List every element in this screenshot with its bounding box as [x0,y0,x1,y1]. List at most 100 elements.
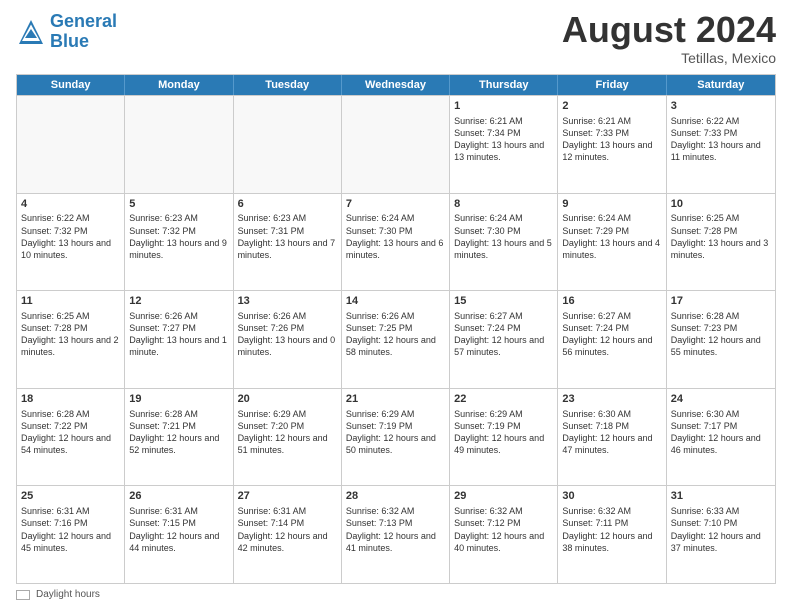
day-cell-16: 16 Sunrise: 6:27 AMSunset: 7:24 PMDayligh… [558,291,666,388]
day-cell-30: 30Sunrise: 6:32 AMSunset: 7:11 PMDayligh… [558,486,666,583]
day-cell-29: 29 Sunrise: 6:32 AMSunset: 7:12 PMDayligh… [450,486,558,583]
sun-info: Sunrise: 6:27 AMSunset: 7:24 PMDaylight:… [562,311,652,357]
page: General Blue August 2024 Tetillas, Mexic… [0,0,792,612]
calendar-header-tuesday: Tuesday [234,75,342,95]
day-cell-7: 7Sunrise: 6:24 AMSunset: 7:30 PMDaylight… [342,194,450,291]
day-cell-26: 26 Sunrise: 6:31 AMSunset: 7:15 PMDayligh… [125,486,233,583]
header: General Blue August 2024 Tetillas, Mexic… [16,12,776,66]
legend: Daylight hours [16,589,776,600]
calendar-header-friday: Friday [558,75,666,95]
calendar-header-sunday: Sunday [17,75,125,95]
day-cell-8: 8Sunrise: 6:24 AMSunset: 7:30 PMDaylight… [450,194,558,291]
day-number: 24 [671,392,771,407]
legend-label: Daylight hours [36,589,100,600]
sun-info: Sunrise: 6:26 AMSunset: 7:27 PMDaylight:… [129,311,227,357]
day-number: 6 [238,197,337,212]
main-title: August 2024 [562,12,776,48]
day-number: 14 [346,294,445,309]
day-number: 9 [562,197,661,212]
calendar: SundayMondayTuesdayWednesdayThursdayFrid… [16,74,776,584]
title-block: August 2024 Tetillas, Mexico [562,12,776,66]
day-cell-11: 11 Sunrise: 6:25 AMSunset: 7:28 PMDayligh… [17,291,125,388]
logo: General Blue [16,12,117,52]
sun-info: Sunrise: 6:25 AMSunset: 7:28 PMDaylight:… [21,311,119,357]
day-number: 1 [454,99,553,114]
day-number: 5 [129,197,228,212]
subtitle: Tetillas, Mexico [562,50,776,66]
day-cell-2: 2 Sunrise: 6:21 AMSunset: 7:33 PMDaylight… [558,96,666,193]
sun-info: Sunrise: 6:28 AMSunset: 7:23 PMDaylight:… [671,311,761,357]
sun-info: Sunrise: 6:26 AMSunset: 7:25 PMDaylight:… [346,311,436,357]
calendar-row-4: 18Sunrise: 6:28 AMSunset: 7:22 PMDayligh… [17,388,775,486]
day-number: 2 [562,99,661,114]
logo-blue: Blue [50,31,89,51]
sun-info: Sunrise: 6:32 AMSunset: 7:12 PMDaylight:… [454,506,544,552]
day-number: 16 [562,294,661,309]
empty-cell [234,96,342,193]
sun-info: Sunrise: 6:22 AMSunset: 7:33 PMDaylight:… [671,116,761,162]
calendar-header-row: SundayMondayTuesdayWednesdayThursdayFrid… [17,75,775,95]
day-number: 19 [129,392,228,407]
day-cell-27: 27Sunrise: 6:31 AMSunset: 7:14 PMDayligh… [234,486,342,583]
calendar-header-wednesday: Wednesday [342,75,450,95]
day-number: 12 [129,294,228,309]
day-number: 22 [454,392,553,407]
day-number: 29 [454,489,553,504]
empty-cell [17,96,125,193]
day-cell-23: 23Sunrise: 6:30 AMSunset: 7:18 PMDayligh… [558,389,666,486]
empty-cell [342,96,450,193]
sun-info: Sunrise: 6:33 AMSunset: 7:10 PMDaylight:… [671,506,761,552]
day-number: 31 [671,489,771,504]
day-cell-24: 24Sunrise: 6:30 AMSunset: 7:17 PMDayligh… [667,389,775,486]
day-number: 13 [238,294,337,309]
calendar-row-1: 1Sunrise: 6:21 AMSunset: 7:34 PMDaylight… [17,95,775,193]
calendar-header-thursday: Thursday [450,75,558,95]
sun-info: Sunrise: 6:29 AMSunset: 7:19 PMDaylight:… [454,409,544,455]
day-number: 7 [346,197,445,212]
day-cell-21: 21Sunrise: 6:29 AMSunset: 7:19 PMDayligh… [342,389,450,486]
sun-info: Sunrise: 6:31 AMSunset: 7:15 PMDaylight:… [129,506,219,552]
sun-info: Sunrise: 6:30 AMSunset: 7:18 PMDaylight:… [562,409,652,455]
calendar-body: 1Sunrise: 6:21 AMSunset: 7:34 PMDaylight… [17,95,775,583]
sun-info: Sunrise: 6:21 AMSunset: 7:33 PMDaylight:… [562,116,652,162]
day-number: 15 [454,294,553,309]
day-cell-18: 18Sunrise: 6:28 AMSunset: 7:22 PMDayligh… [17,389,125,486]
day-cell-13: 13Sunrise: 6:26 AMSunset: 7:26 PMDayligh… [234,291,342,388]
day-cell-17: 17 Sunrise: 6:28 AMSunset: 7:23 PMDayligh… [667,291,775,388]
day-number: 26 [129,489,228,504]
logo-text: General Blue [50,12,117,52]
day-number: 8 [454,197,553,212]
sun-info: Sunrise: 6:28 AMSunset: 7:21 PMDaylight:… [129,409,219,455]
day-number: 11 [21,294,120,309]
logo-general: General [50,11,117,31]
day-cell-12: 12 Sunrise: 6:26 AMSunset: 7:27 PMDayligh… [125,291,233,388]
day-cell-15: 15 Sunrise: 6:27 AMSunset: 7:24 PMDayligh… [450,291,558,388]
day-number: 20 [238,392,337,407]
calendar-row-2: 4Sunrise: 6:22 AMSunset: 7:32 PMDaylight… [17,193,775,291]
day-cell-20: 20Sunrise: 6:29 AMSunset: 7:20 PMDayligh… [234,389,342,486]
sun-info: Sunrise: 6:31 AMSunset: 7:14 PMDaylight:… [238,506,328,552]
day-number: 17 [671,294,771,309]
sun-info: Sunrise: 6:24 AMSunset: 7:30 PMDaylight:… [346,213,444,259]
day-cell-28: 28 Sunrise: 6:32 AMSunset: 7:13 PMDayligh… [342,486,450,583]
day-cell-22: 22 Sunrise: 6:29 AMSunset: 7:19 PMDayligh… [450,389,558,486]
sun-info: Sunrise: 6:27 AMSunset: 7:24 PMDaylight:… [454,311,544,357]
sun-info: Sunrise: 6:32 AMSunset: 7:13 PMDaylight:… [346,506,436,552]
logo-icon [16,17,46,47]
sun-info: Sunrise: 6:25 AMSunset: 7:28 PMDaylight:… [671,213,769,259]
day-number: 28 [346,489,445,504]
sun-info: Sunrise: 6:29 AMSunset: 7:19 PMDaylight:… [346,409,436,455]
day-number: 3 [671,99,771,114]
day-cell-4: 4Sunrise: 6:22 AMSunset: 7:32 PMDaylight… [17,194,125,291]
day-cell-31: 31 Sunrise: 6:33 AMSunset: 7:10 PMDayligh… [667,486,775,583]
day-cell-19: 19 Sunrise: 6:28 AMSunset: 7:21 PMDayligh… [125,389,233,486]
day-cell-5: 5Sunrise: 6:23 AMSunset: 7:32 PMDaylight… [125,194,233,291]
day-number: 25 [21,489,120,504]
day-number: 30 [562,489,661,504]
sun-info: Sunrise: 6:23 AMSunset: 7:32 PMDaylight:… [129,213,227,259]
day-cell-1: 1Sunrise: 6:21 AMSunset: 7:34 PMDaylight… [450,96,558,193]
day-cell-6: 6Sunrise: 6:23 AMSunset: 7:31 PMDaylight… [234,194,342,291]
calendar-header-monday: Monday [125,75,233,95]
calendar-row-5: 25Sunrise: 6:31 AMSunset: 7:16 PMDayligh… [17,485,775,583]
sun-info: Sunrise: 6:23 AMSunset: 7:31 PMDaylight:… [238,213,336,259]
